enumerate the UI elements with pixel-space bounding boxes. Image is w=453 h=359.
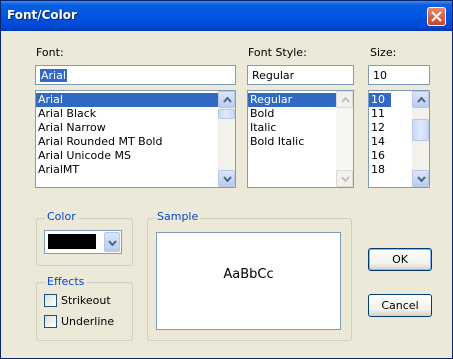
- ok-button[interactable]: OK: [368, 248, 432, 271]
- sample-group-label: Sample: [155, 210, 201, 223]
- font-list[interactable]: Arial Arial Black Arial Narrow Arial Rou…: [35, 90, 236, 188]
- list-item[interactable]: Arial Unicode MS: [36, 149, 218, 163]
- chevron-down-icon: [341, 176, 350, 182]
- font-label: Font:: [36, 46, 64, 59]
- list-item[interactable]: Bold Italic: [248, 135, 336, 149]
- font-style-list-items: Regular Bold Italic Bold Italic: [248, 93, 336, 149]
- size-list-scrollbar[interactable]: [412, 91, 429, 187]
- scroll-thumb[interactable]: [218, 109, 235, 119]
- chevron-down-icon: [223, 176, 232, 182]
- cancel-button[interactable]: Cancel: [368, 294, 432, 317]
- list-item[interactable]: 12: [369, 121, 412, 135]
- scroll-down-button: [336, 170, 353, 187]
- list-item[interactable]: ArialMT: [36, 163, 218, 177]
- strikeout-label[interactable]: Strikeout: [61, 294, 111, 307]
- chevron-down-icon: [108, 240, 117, 246]
- size-list[interactable]: 10 11 12 14 16 18: [368, 90, 430, 188]
- list-item[interactable]: 11: [369, 107, 412, 121]
- list-item[interactable]: Arial Narrow: [36, 121, 218, 135]
- list-item[interactable]: Arial: [36, 93, 218, 107]
- font-style-list-scrollbar: [336, 91, 353, 187]
- scroll-up-button: [336, 91, 353, 108]
- strikeout-checkbox[interactable]: [44, 294, 57, 307]
- list-item[interactable]: 18: [369, 163, 412, 177]
- list-item[interactable]: Regular: [248, 93, 336, 107]
- scroll-down-button[interactable]: [218, 170, 235, 187]
- color-swatch: [48, 234, 96, 249]
- color-group-label: Color: [45, 210, 78, 223]
- scroll-thumb[interactable]: [412, 119, 429, 141]
- list-item[interactable]: 14: [369, 135, 412, 149]
- title-bar: Font/Color: [1, 1, 452, 31]
- font-list-items: Arial Arial Black Arial Narrow Arial Rou…: [36, 93, 218, 177]
- list-item[interactable]: 10: [369, 93, 391, 107]
- font-color-dialog: Font/Color Font: Arial Arial Arial Black…: [0, 0, 453, 359]
- chevron-up-icon: [223, 97, 232, 103]
- list-item[interactable]: Arial Black: [36, 107, 218, 121]
- chevron-down-icon: [417, 176, 426, 182]
- chevron-up-icon: [417, 97, 426, 103]
- list-item[interactable]: Arial Rounded MT Bold: [36, 135, 218, 149]
- color-dropdown-button[interactable]: [104, 232, 120, 252]
- font-input-value: Arial: [40, 69, 67, 82]
- size-input[interactable]: 10: [368, 65, 430, 85]
- list-item[interactable]: 16: [369, 149, 412, 163]
- underline-checkbox[interactable]: [44, 315, 57, 328]
- scroll-down-button[interactable]: [412, 170, 429, 187]
- close-icon: [431, 11, 442, 22]
- font-style-input[interactable]: Regular: [247, 65, 354, 85]
- font-style-list[interactable]: Regular Bold Italic Bold Italic: [247, 90, 354, 188]
- size-label: Size:: [370, 46, 397, 59]
- effects-group-label: Effects: [45, 275, 87, 288]
- color-dropdown[interactable]: [44, 230, 122, 254]
- list-item[interactable]: Bold: [248, 107, 336, 121]
- scroll-up-button[interactable]: [412, 91, 429, 108]
- sample-preview: AaBbCc: [156, 232, 341, 330]
- size-list-items: 10 11 12 14 16 18: [369, 93, 412, 177]
- chevron-up-icon: [341, 97, 350, 103]
- effects-group: [36, 282, 133, 341]
- underline-label[interactable]: Underline: [61, 315, 114, 328]
- font-input[interactable]: Arial: [35, 65, 236, 85]
- window-title: Font/Color: [7, 8, 77, 22]
- scroll-up-button[interactable]: [218, 91, 235, 108]
- list-item[interactable]: Italic: [248, 121, 336, 135]
- font-style-label: Font Style:: [248, 46, 307, 59]
- sample-text: AaBbCc: [223, 267, 274, 282]
- font-list-scrollbar[interactable]: [218, 91, 235, 187]
- close-button[interactable]: [427, 7, 446, 26]
